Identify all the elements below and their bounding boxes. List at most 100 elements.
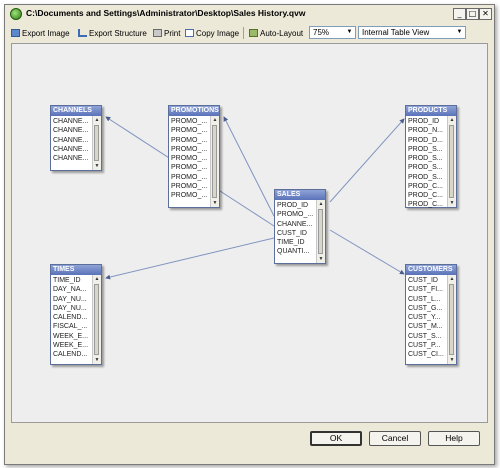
field-item[interactable]: WEEK_E... — [52, 332, 88, 341]
table-scrollbar[interactable]: ▲ ▼ — [316, 200, 325, 263]
table-promotions[interactable]: PROMOTIONS PROMO_... PROMO_... PROMO_...… — [168, 105, 220, 208]
field-item[interactable]: PROMO_... — [170, 163, 207, 172]
table-times[interactable]: TIMES TIME_ID DAY_NA... DAY_NU... DAY_NU… — [50, 264, 102, 365]
field-item[interactable]: CHANNE... — [52, 126, 88, 135]
close-button[interactable]: ✕ — [479, 8, 492, 20]
table-sales-header[interactable]: SALES — [275, 190, 325, 200]
scroll-down-icon[interactable]: ▼ — [317, 255, 325, 263]
field-item[interactable]: PROD_C... — [407, 182, 443, 191]
table-scrollbar[interactable]: ▲ ▼ — [92, 275, 101, 364]
field-item[interactable]: DAY_NA... — [52, 285, 88, 294]
field-item[interactable]: PROD_S... — [407, 163, 443, 172]
table-scrollbar[interactable]: ▲ ▼ — [210, 116, 219, 207]
table-scrollbar[interactable]: ▲ ▼ — [447, 116, 456, 207]
table-scrollbar[interactable]: ▲ ▼ — [447, 275, 456, 364]
field-item[interactable]: PROMO_... — [170, 182, 207, 191]
scroll-up-icon[interactable]: ▲ — [211, 116, 219, 124]
ok-button[interactable]: OK — [310, 431, 362, 446]
field-item[interactable]: PROMO_... — [170, 191, 207, 200]
field-item[interactable]: CUST_FI... — [407, 285, 444, 294]
field-item[interactable]: DAY_NU... — [52, 295, 88, 304]
scroll-thumb[interactable] — [212, 125, 217, 198]
scroll-thumb[interactable] — [449, 284, 454, 355]
export-structure-button[interactable]: Export Structure — [78, 27, 147, 39]
chevron-down-icon[interactable]: ▼ — [344, 27, 355, 38]
field-item[interactable]: PROMO_... — [276, 210, 313, 219]
field-item[interactable]: PROMO_... — [170, 136, 207, 145]
field-item[interactable]: CUST_CI... — [407, 350, 444, 359]
field-item[interactable]: PROD_ID — [407, 117, 443, 126]
maximize-button[interactable]: □ — [466, 8, 479, 20]
print-button[interactable]: Print — [153, 27, 180, 39]
field-item[interactable]: CHANNE... — [52, 136, 88, 145]
field-item[interactable]: CUST_L... — [407, 295, 444, 304]
copy-image-button[interactable]: Copy Image — [185, 27, 239, 39]
field-item[interactable]: PROMO_... — [170, 173, 207, 182]
scroll-down-icon[interactable]: ▼ — [93, 162, 101, 170]
scroll-up-icon[interactable]: ▲ — [448, 116, 456, 124]
scroll-down-icon[interactable]: ▼ — [448, 356, 456, 364]
help-button[interactable]: Help — [428, 431, 480, 446]
field-item[interactable]: TIME_ID — [276, 238, 313, 247]
field-item[interactable]: FISCAL_... — [52, 322, 88, 331]
field-item[interactable]: CHANNE... — [276, 220, 313, 229]
scroll-down-icon[interactable]: ▼ — [93, 356, 101, 364]
field-item[interactable]: CUST_Y... — [407, 313, 444, 322]
view-select[interactable]: Internal Table View ▼ — [358, 26, 466, 39]
scroll-up-icon[interactable]: ▲ — [317, 200, 325, 208]
field-item[interactable]: CUST_M... — [407, 322, 444, 331]
scroll-up-icon[interactable]: ▲ — [448, 275, 456, 283]
field-item[interactable]: PROD_D... — [407, 136, 443, 145]
field-item[interactable]: PROD_N... — [407, 126, 443, 135]
field-item[interactable]: CALEND... — [52, 350, 88, 359]
field-item[interactable]: PROD_ID — [276, 201, 313, 210]
field-item[interactable]: PROD_S... — [407, 173, 443, 182]
field-item[interactable]: CUST_ID — [276, 229, 313, 238]
field-item[interactable]: CUST_G... — [407, 304, 444, 313]
field-item[interactable]: PROMO_... — [170, 117, 207, 126]
scroll-thumb[interactable] — [94, 125, 99, 161]
scroll-thumb[interactable] — [449, 125, 454, 198]
field-item[interactable]: CUST_S... — [407, 332, 444, 341]
table-customers-header[interactable]: CUSTOMERS — [406, 265, 456, 275]
scroll-up-icon[interactable]: ▲ — [93, 116, 101, 124]
table-times-header[interactable]: TIMES — [51, 265, 101, 275]
minimize-button[interactable]: _ — [453, 8, 466, 20]
field-item[interactable]: DAY_NU... — [52, 304, 88, 313]
field-item[interactable]: CALEND... — [52, 313, 88, 322]
scroll-thumb[interactable] — [318, 209, 323, 254]
zoom-select[interactable]: 75% ▼ — [309, 26, 356, 39]
field-item[interactable]: PROMO_... — [170, 126, 207, 135]
table-scrollbar[interactable]: ▲ ▼ — [92, 116, 101, 170]
export-image-button[interactable]: Export Image — [11, 27, 70, 39]
field-item[interactable]: PROD_S... — [407, 154, 443, 163]
field-item[interactable]: PROMO_... — [170, 145, 207, 154]
table-sales[interactable]: SALES PROD_ID PROMO_... CHANNE... CUST_I… — [274, 189, 326, 264]
cancel-button[interactable]: Cancel — [369, 431, 421, 446]
field-item[interactable]: PROMO_... — [170, 154, 207, 163]
table-products-header[interactable]: PRODUCTS — [406, 106, 456, 116]
field-item[interactable]: PROD_C... — [407, 191, 443, 200]
scroll-up-icon[interactable]: ▲ — [93, 275, 101, 283]
field-item[interactable]: PROD_S... — [407, 145, 443, 154]
scroll-down-icon[interactable]: ▼ — [211, 199, 219, 207]
table-channels-header[interactable]: CHANNELS — [51, 106, 101, 116]
field-item[interactable]: WEEK_E... — [52, 341, 88, 350]
auto-layout-button[interactable]: Auto-Layout — [249, 27, 303, 39]
field-item[interactable]: TIME_ID — [52, 276, 88, 285]
table-promotions-header[interactable]: PROMOTIONS — [169, 106, 219, 116]
scroll-down-icon[interactable]: ▼ — [448, 199, 456, 207]
chevron-down-icon[interactable]: ▼ — [454, 27, 465, 38]
field-item[interactable]: CUST_ID — [407, 276, 444, 285]
field-item[interactable]: CHANNE... — [52, 154, 88, 163]
field-item[interactable]: CHANNE... — [52, 117, 88, 126]
table-diagram-canvas[interactable]: CHANNELS CHANNE... CHANNE... CHANNE... C… — [11, 43, 488, 423]
field-item[interactable]: QUANTI... — [276, 247, 313, 256]
field-item[interactable]: CUST_P... — [407, 341, 444, 350]
table-products[interactable]: PRODUCTS PROD_ID PROD_N... PROD_D... PRO… — [405, 105, 457, 208]
scroll-thumb[interactable] — [94, 284, 99, 355]
field-item[interactable]: CHANNE... — [52, 145, 88, 154]
table-channels[interactable]: CHANNELS CHANNE... CHANNE... CHANNE... C… — [50, 105, 102, 171]
table-customers[interactable]: CUSTOMERS CUST_ID CUST_FI... CUST_L... C… — [405, 264, 457, 365]
field-item[interactable]: PROD_C... — [407, 200, 443, 209]
